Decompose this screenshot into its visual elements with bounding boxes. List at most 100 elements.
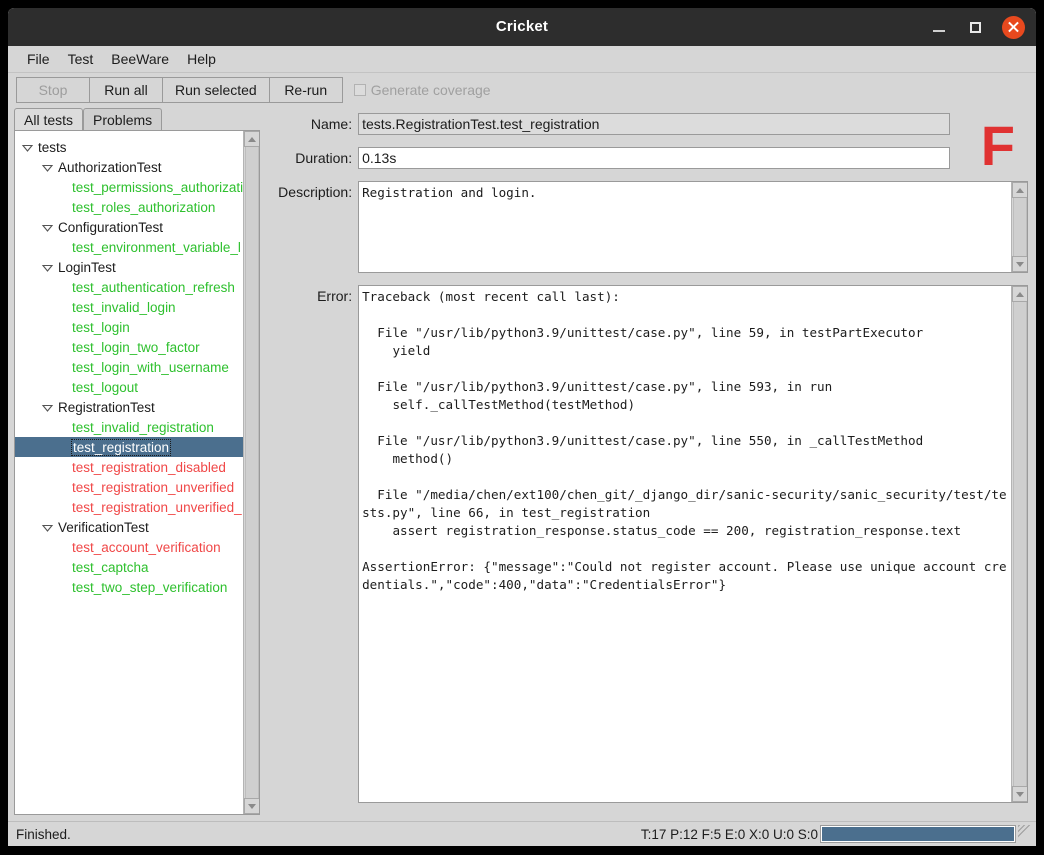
description-scrollbar[interactable] bbox=[1011, 182, 1028, 272]
tree-item-label: test_environment_variable_l bbox=[72, 239, 241, 255]
tree-item[interactable]: test_login_two_factor bbox=[15, 337, 243, 357]
tree-expander-icon[interactable] bbox=[21, 141, 34, 154]
test-tree-scrollbar[interactable] bbox=[243, 131, 260, 814]
main-content: All tests Problems tests AuthorizationTes… bbox=[8, 106, 1036, 821]
stop-button[interactable]: Stop bbox=[16, 76, 90, 103]
run-all-button[interactable]: Run all bbox=[89, 76, 163, 103]
minimize-button[interactable] bbox=[924, 8, 954, 46]
test-tree[interactable]: tests AuthorizationTest test_permissions_a… bbox=[15, 131, 244, 814]
tree-item[interactable]: test_roles_authorization bbox=[15, 197, 243, 217]
tree-item[interactable]: test_registration_unverified bbox=[15, 477, 243, 497]
checkbox-icon bbox=[353, 83, 366, 96]
tree-item[interactable]: test_captcha bbox=[15, 557, 243, 577]
generate-coverage-checkbox[interactable]: Generate coverage bbox=[353, 81, 491, 98]
tree-item-label: RegistrationTest bbox=[58, 399, 155, 415]
tree-item[interactable]: LoginTest bbox=[15, 257, 243, 277]
tree-item-label: test_roles_authorization bbox=[72, 199, 216, 215]
chevron-down-icon bbox=[247, 803, 256, 809]
pane-splitter[interactable] bbox=[266, 106, 275, 821]
tree-item[interactable]: test_registration_unverified_ bbox=[15, 497, 243, 517]
menu-item-file[interactable]: File bbox=[22, 48, 59, 70]
status-message: Finished. bbox=[16, 826, 71, 842]
tree-expander-icon[interactable] bbox=[41, 261, 54, 274]
re-run-button[interactable]: Re-run bbox=[268, 76, 343, 103]
description-field-row: Description: Registration and login. bbox=[274, 181, 1028, 273]
menu-item-beeware[interactable]: BeeWare bbox=[102, 48, 178, 70]
tree-item-label: test_authentication_refresh bbox=[72, 279, 235, 295]
chevron-up-icon bbox=[1015, 291, 1024, 297]
name-input[interactable]: tests.RegistrationTest.test_registration bbox=[358, 113, 950, 135]
tree-expander-icon[interactable] bbox=[41, 521, 54, 534]
error-text[interactable]: Traceback (most recent call last): File … bbox=[359, 286, 1011, 802]
scrollbar-trough[interactable] bbox=[244, 147, 259, 798]
chevron-up-icon bbox=[247, 136, 256, 142]
tree-item[interactable]: test_registration bbox=[15, 437, 244, 457]
generate-coverage-label: Generate coverage bbox=[370, 81, 491, 98]
scroll-down-button[interactable] bbox=[243, 798, 260, 814]
maximize-button[interactable] bbox=[960, 8, 990, 46]
tree-item[interactable]: test_logout bbox=[15, 377, 243, 397]
tree-item[interactable]: VerificationTest bbox=[15, 517, 243, 537]
window-title: Cricket bbox=[495, 18, 549, 35]
desc-scroll-up-button[interactable] bbox=[1011, 182, 1028, 198]
tree-item-label: test_permissions_authorizati bbox=[72, 179, 244, 195]
test-tree-container: tests AuthorizationTest test_permissions_a… bbox=[14, 130, 261, 815]
tree-item-label: test_registration_disabled bbox=[72, 459, 226, 475]
tree-item[interactable]: test_registration_disabled bbox=[15, 457, 243, 477]
tree-item[interactable]: tests bbox=[15, 137, 243, 157]
toolbar: Stop Run all Run selected Re-run Generat… bbox=[8, 73, 1036, 106]
tree-expander-icon[interactable] bbox=[41, 161, 54, 174]
tree-item-label: ConfigurationTest bbox=[58, 219, 164, 235]
tree-item[interactable]: AuthorizationTest bbox=[15, 157, 243, 177]
maximize-icon bbox=[969, 21, 981, 33]
description-label: Description: bbox=[278, 184, 353, 200]
tree-item[interactable]: test_login_with_username bbox=[15, 357, 243, 377]
tree-item[interactable]: test_environment_variable_l bbox=[15, 237, 243, 257]
error-scroll-down-button[interactable] bbox=[1011, 786, 1028, 802]
tree-item[interactable]: test_two_step_verification bbox=[15, 577, 243, 597]
tree-item[interactable]: test_login bbox=[15, 317, 243, 337]
tree-item[interactable]: test_authentication_refresh bbox=[15, 277, 243, 297]
tree-expander-icon[interactable] bbox=[41, 221, 54, 234]
minimize-icon bbox=[933, 30, 945, 32]
error-label: Error: bbox=[317, 288, 353, 304]
chevron-down-icon bbox=[1015, 791, 1024, 797]
tree-item[interactable]: test_account_verification bbox=[15, 537, 243, 557]
tree-item-label: test_captcha bbox=[72, 559, 149, 575]
scroll-up-button[interactable] bbox=[243, 131, 260, 147]
error-textbox[interactable]: Traceback (most recent call last): File … bbox=[358, 285, 1028, 803]
tree-item[interactable]: test_permissions_authorizati bbox=[15, 177, 243, 197]
tree-item-label: test_login bbox=[72, 319, 130, 335]
close-button[interactable] bbox=[998, 8, 1028, 46]
status-bar: Finished. T:17 P:12 F:5 E:0 X:0 U:0 S:0 bbox=[8, 821, 1036, 846]
description-textbox[interactable]: Registration and login. bbox=[358, 181, 1028, 273]
desc-scroll-down-button[interactable] bbox=[1011, 256, 1028, 272]
scrollbar-trough[interactable] bbox=[1012, 302, 1027, 786]
name-field-row: Name: tests.RegistrationTest.test_regist… bbox=[274, 113, 1028, 135]
details-pane: F Name: tests.RegistrationTest.test_regi… bbox=[274, 106, 1036, 821]
tree-expander-icon[interactable] bbox=[41, 401, 54, 414]
tree-item[interactable]: test_invalid_login bbox=[15, 297, 243, 317]
tree-item[interactable]: ConfigurationTest bbox=[15, 217, 243, 237]
chevron-up-icon bbox=[1015, 187, 1024, 193]
tree-item-label: test_registration bbox=[70, 438, 172, 456]
duration-input[interactable]: 0.13s bbox=[358, 147, 950, 169]
run-selected-button[interactable]: Run selected bbox=[162, 76, 270, 103]
description-text[interactable]: Registration and login. bbox=[359, 182, 1011, 272]
tab-problems[interactable]: Problems bbox=[83, 108, 163, 130]
status-badge: F bbox=[980, 114, 1015, 177]
tree-item-label: test_account_verification bbox=[72, 539, 221, 555]
resize-grip[interactable] bbox=[1018, 825, 1034, 843]
scrollbar-trough[interactable] bbox=[1012, 198, 1027, 256]
error-field-row: Error: Traceback (most recent call last)… bbox=[274, 285, 1028, 803]
error-scroll-up-button[interactable] bbox=[1011, 286, 1028, 302]
tab-bar: All tests Problems bbox=[8, 106, 266, 130]
progress-bar-fill bbox=[822, 827, 1014, 841]
tab-all-tests[interactable]: All tests bbox=[14, 108, 84, 130]
menu-item-help[interactable]: Help bbox=[178, 48, 225, 70]
tree-item[interactable]: RegistrationTest bbox=[15, 397, 243, 417]
error-scrollbar[interactable] bbox=[1011, 286, 1028, 802]
menu-item-test[interactable]: Test bbox=[59, 48, 103, 70]
application-window: Cricket File Test BeeWare Help Stop Run … bbox=[8, 8, 1036, 846]
tree-item[interactable]: test_invalid_registration bbox=[15, 417, 243, 437]
